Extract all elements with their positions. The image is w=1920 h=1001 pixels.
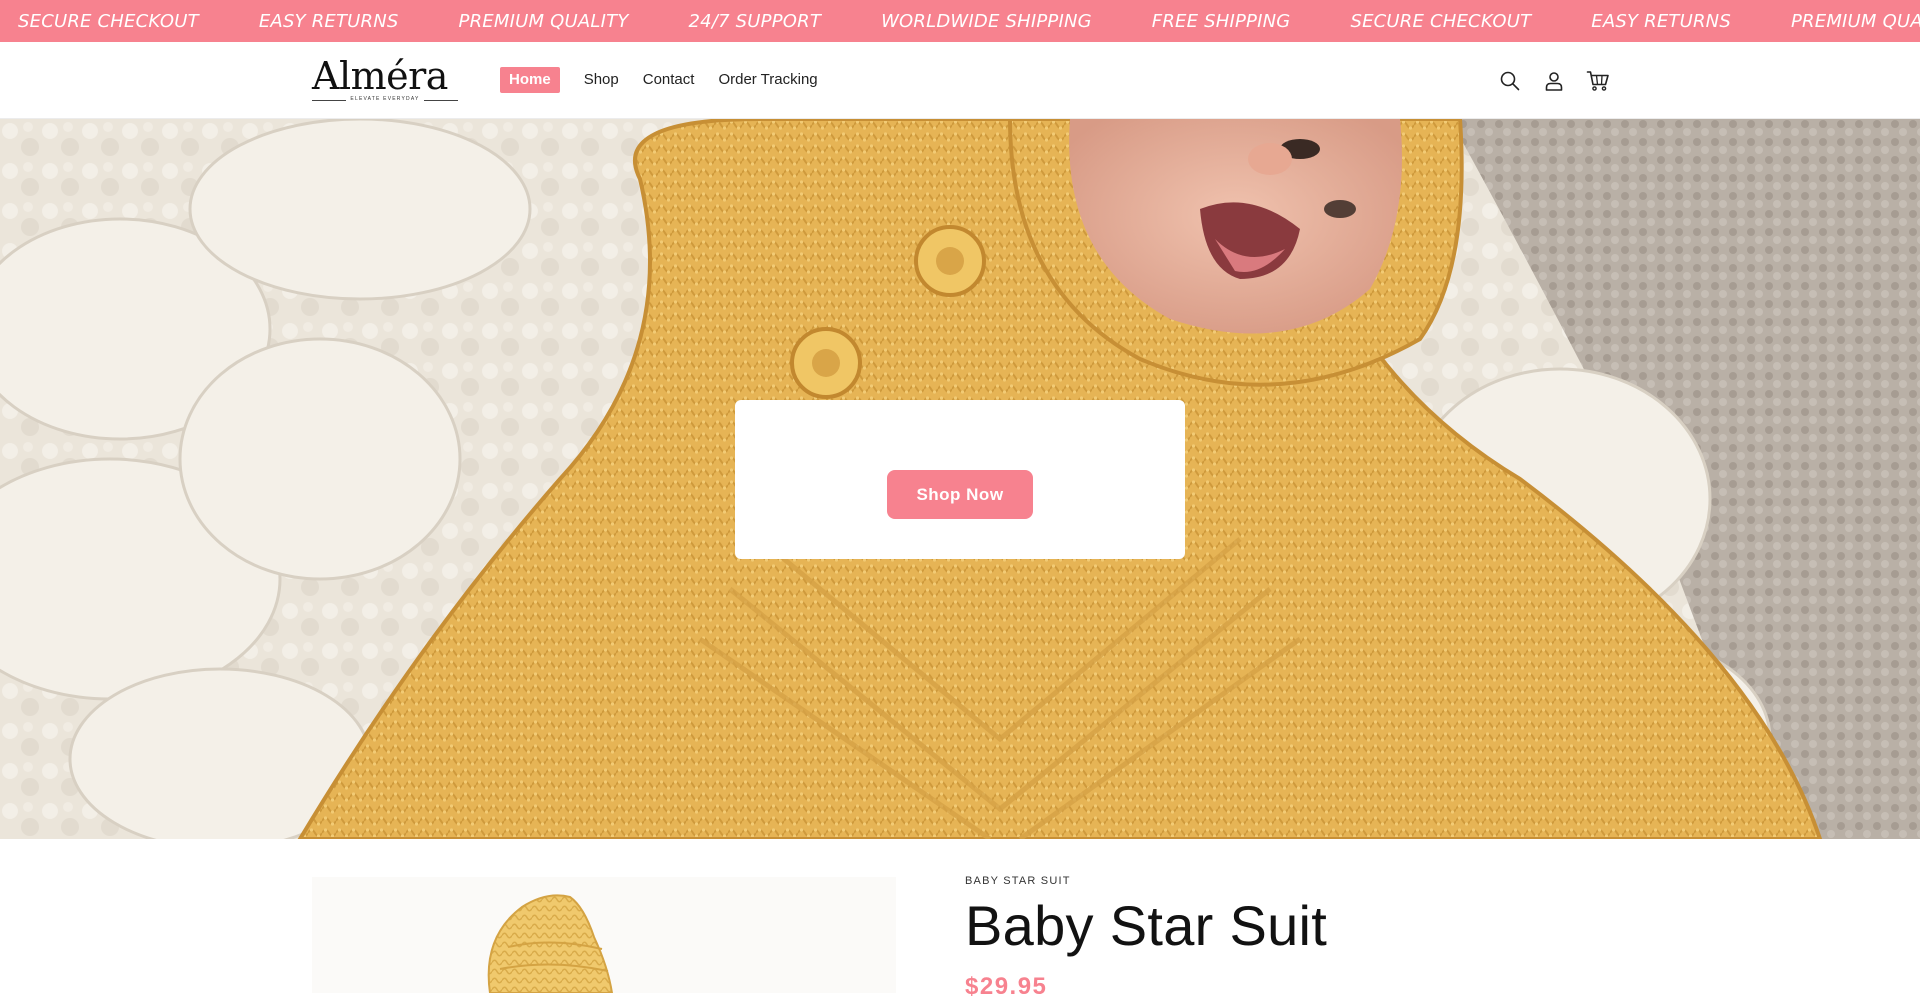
- main-nav: Home Shop Contact Order Tracking: [500, 67, 842, 93]
- nav-item-contact[interactable]: Contact: [643, 67, 695, 93]
- product-title: Baby Star Suit: [965, 894, 1328, 957]
- announcement-item: 24/7 SUPPORT: [688, 10, 822, 32]
- announcement-item: EASY RETURNS: [1591, 10, 1731, 32]
- site-header: Alméra ELEVATE EVERYDAY Home Shop Contac…: [0, 42, 1920, 119]
- announcement-item: PREMIUM QUALITY: [1790, 10, 1920, 32]
- announcement-item: PREMIUM QUALITY: [458, 10, 629, 32]
- nav-item-shop[interactable]: Shop: [584, 67, 619, 93]
- logo-wordmark: Alméra: [312, 54, 448, 98]
- cart-icon[interactable]: [1584, 67, 1612, 95]
- product-image[interactable]: [312, 877, 896, 993]
- nav-item-order-tracking[interactable]: Order Tracking: [718, 67, 817, 93]
- header-icons: [1496, 67, 1628, 95]
- announcement-track: SECURE CHECKOUT EASY RETURNS PREMIUM QUA…: [18, 0, 1920, 42]
- announcement-bar: SECURE CHECKOUT EASY RETURNS PREMIUM QUA…: [0, 0, 1920, 42]
- announcement-item: SECURE CHECKOUT: [1350, 10, 1532, 32]
- hero-banner: Shop Now: [0, 119, 1920, 839]
- search-icon[interactable]: [1496, 67, 1524, 95]
- announcement-item: FREE SHIPPING: [1151, 10, 1291, 32]
- logo-tagline-wrap: ELEVATE EVERYDAY: [312, 96, 458, 102]
- account-icon[interactable]: [1540, 67, 1568, 95]
- product-price: $29.95: [965, 973, 1048, 1000]
- featured-product: BABY STAR SUIT Baby Star Suit $29.95: [0, 839, 1920, 1000]
- announcement-item: WORLDWIDE SHIPPING: [881, 10, 1092, 32]
- product-info: BABY STAR SUIT Baby Star Suit $29.95: [965, 875, 1605, 1001]
- announcement-item: EASY RETURNS: [258, 10, 399, 32]
- nav-item-home[interactable]: Home: [500, 67, 560, 93]
- shop-now-button[interactable]: Shop Now: [887, 470, 1033, 519]
- announcement-item: SECURE CHECKOUT: [18, 10, 199, 32]
- hero-card: Shop Now: [735, 400, 1185, 559]
- product-vendor: BABY STAR SUIT: [965, 875, 1071, 887]
- logo-tagline: ELEVATE EVERYDAY: [346, 96, 424, 102]
- logo[interactable]: Alméra ELEVATE EVERYDAY: [312, 56, 458, 104]
